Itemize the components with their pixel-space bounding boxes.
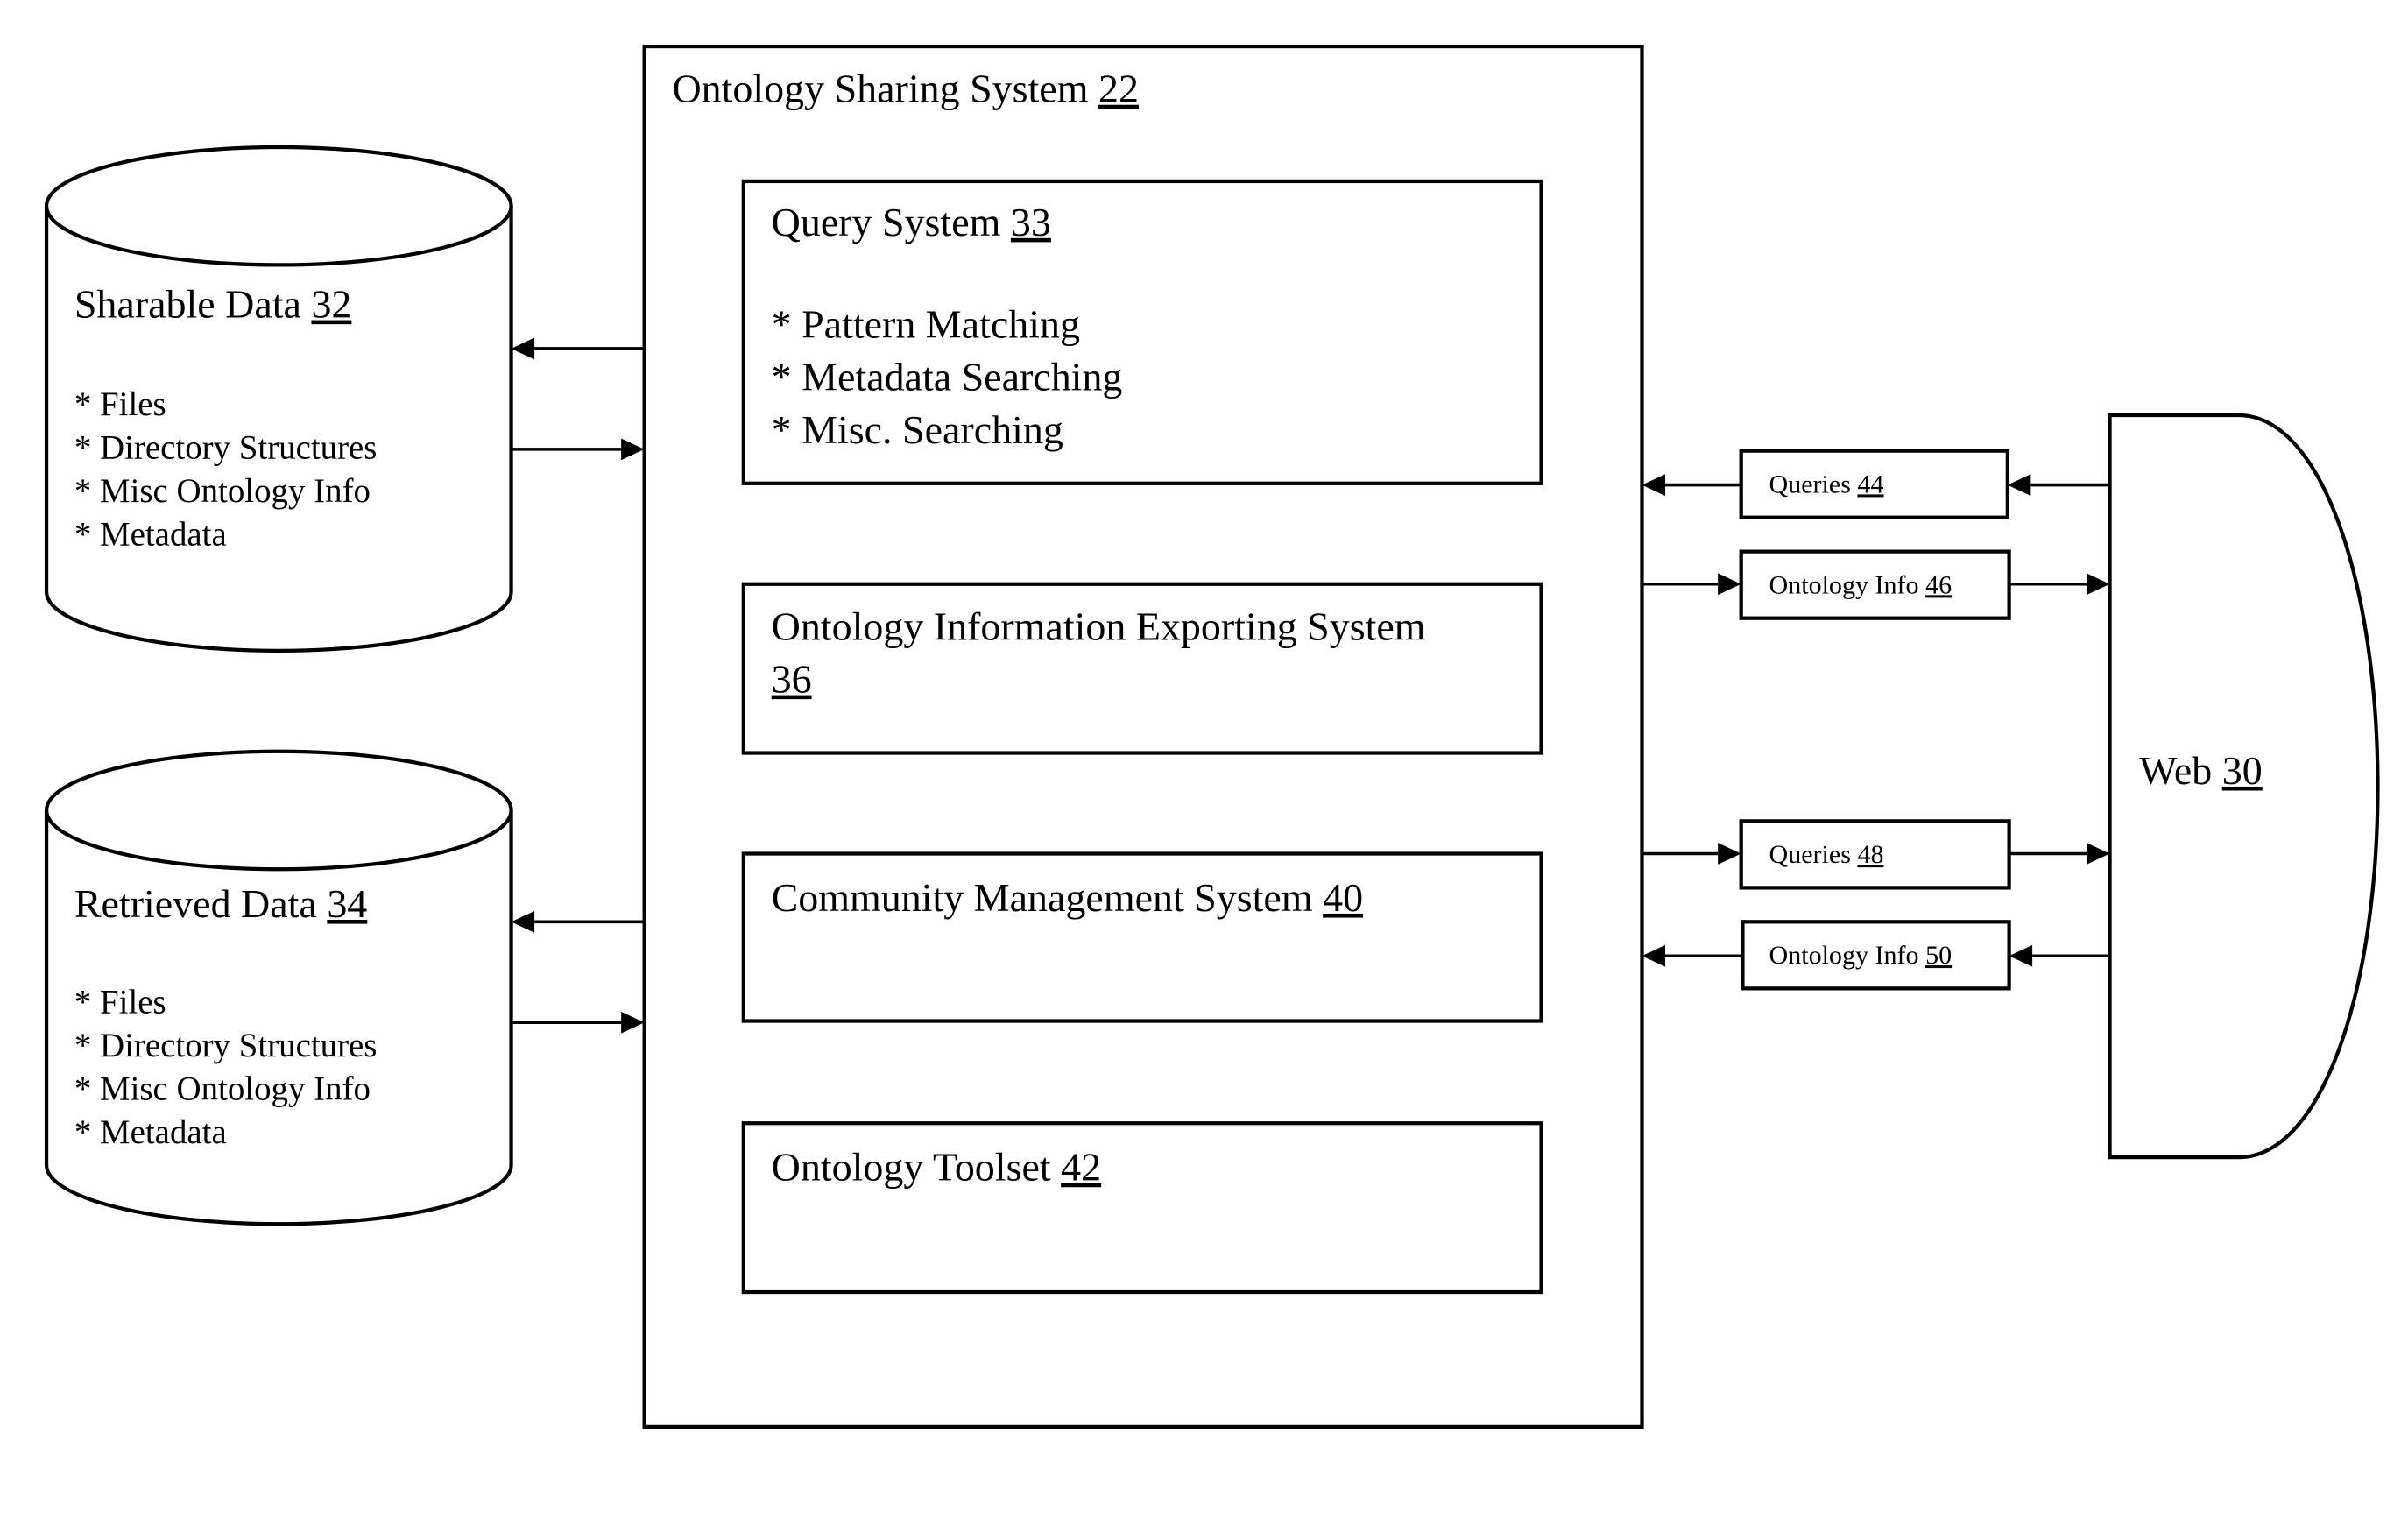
connector-label: Ontology Info 50	[1769, 940, 1952, 970]
arrow-head-left	[511, 910, 535, 933]
arrow-head-right	[621, 1011, 645, 1034]
arrow-head-right	[1718, 843, 1741, 865]
sharable-data-title: Sharable Data 32	[74, 282, 352, 327]
connector-ontology-info-50: Ontology Info 50	[1642, 920, 2110, 991]
query-system-item: * Pattern Matching	[772, 302, 1080, 347]
connector-label: Queries 44	[1769, 469, 1883, 498]
arrow-head-left	[2007, 474, 2031, 496]
sharable-data-item: * Metadata	[74, 516, 227, 554]
connector-label: Queries 48	[1769, 839, 1883, 869]
exporting-system-ref: 36	[772, 657, 812, 702]
toolset-box: Ontology Toolset 42	[741, 1121, 1543, 1295]
arrow-head-right	[2087, 843, 2110, 865]
query-system-item: * Metadata Searching	[772, 355, 1123, 399]
arrow-head-right	[621, 438, 645, 461]
query-system-item: * Misc. Searching	[772, 407, 1063, 452]
retrieved-data-item: * Files	[74, 984, 166, 1021]
retrieved-data-item: * Misc Ontology Info	[74, 1070, 371, 1108]
exporting-system-title: Ontology Information Exporting System	[772, 604, 1426, 648]
exporting-system-box: Ontology Information Exporting System 36	[741, 582, 1543, 755]
query-system-box: Query System 33 * Pattern Matching * Met…	[741, 179, 1543, 485]
connector-queries-44: Queries 44	[1642, 449, 2110, 519]
retrieved-data-item: * Metadata	[74, 1113, 227, 1151]
community-management-box: Community Management System 40	[741, 851, 1543, 1023]
sharable-data-item: * Misc Ontology Info	[74, 472, 371, 510]
community-management-title: Community Management System 40	[772, 875, 1363, 920]
retrieved-data-item: * Directory Structures	[74, 1027, 378, 1064]
sharable-data-item: * Directory Structures	[74, 429, 378, 467]
web-label: Web 30	[2139, 748, 2263, 793]
connector-queries-48: Queries 48	[1642, 819, 2110, 890]
arrow-head-left	[2009, 944, 2033, 967]
arrow-head-left	[1642, 474, 1666, 496]
arrow-head-left	[1642, 944, 1666, 967]
data-store-arrows	[511, 337, 645, 1034]
retrieved-data-cylinder: Retrieved Data 34 * Files * Directory St…	[44, 749, 513, 1226]
cylinder-top	[44, 749, 513, 872]
connector-ontology-info-46: Ontology Info 46	[1642, 549, 2110, 620]
sharable-data-cylinder: Sharable Data 32 * Files * Directory Str…	[44, 145, 513, 653]
query-system-title: Query System 33	[772, 200, 1051, 244]
ontology-diagram: Sharable Data 32 * Files * Directory Str…	[44, 44, 2380, 1430]
ontology-sharing-system-title: Ontology Sharing System 22	[672, 67, 1138, 111]
arrow-head-right	[2087, 573, 2110, 596]
cylinder-top	[44, 145, 513, 267]
arrow-head-left	[511, 337, 535, 360]
arrow-head-right	[1718, 573, 1741, 596]
retrieved-data-title: Retrieved Data 34	[74, 881, 367, 926]
toolset-title: Ontology Toolset 42	[772, 1145, 1101, 1190]
sharable-data-item: * Files	[74, 385, 166, 423]
connector-label: Ontology Info 46	[1769, 569, 1952, 599]
web-cloud: Web 30	[2108, 413, 2380, 1160]
